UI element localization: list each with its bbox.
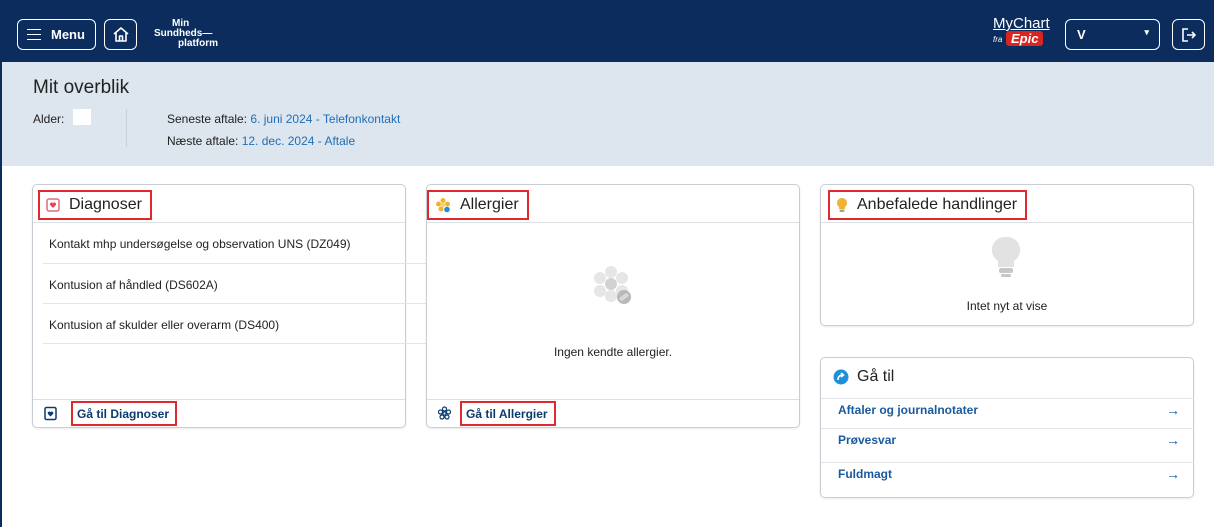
go-to-diagnoses-link[interactable]: Gå til Diagnoser (71, 401, 178, 426)
mychart-logo: MyChart fra Epic (990, 16, 1052, 50)
list-item: Kontusion af håndled (DS602A) (49, 278, 218, 292)
divider (126, 109, 127, 147)
divider (43, 263, 429, 264)
top-navigation-bar: Menu Min Sundheds— platform MyChart fra … (0, 0, 1214, 62)
home-icon (112, 27, 129, 42)
card-footer: Gå til Allergier (427, 399, 799, 427)
diagnoses-card: Diagnoser Kontakt mhp undersøgelse og ob… (32, 184, 429, 428)
arrow-right-icon: → (1166, 432, 1180, 448)
allergies-title-text: Allergier (460, 196, 519, 213)
go-to-link-proxy[interactable]: Fuldmagt → (821, 462, 1194, 485)
user-dropdown[interactable]: V ▾ (1065, 19, 1160, 50)
next-appt-link[interactable]: 12. dec. 2024 - Aftale (242, 134, 355, 148)
diagnoses-title: Diagnoser (38, 190, 152, 220)
go-to-title-text: Gå til (857, 368, 895, 385)
go-to-card: Gå til Aftaler og journalnotater → Prøve… (820, 357, 1194, 498)
go-to-link-appointments[interactable]: Aftaler og journalnotater → (821, 398, 1194, 421)
arrow-right-icon: → (1166, 402, 1180, 418)
flower-icon (436, 198, 450, 213)
next-appointment: Næste aftale: 12. dec. 2024 - Aftale (167, 134, 355, 148)
epic-badge: Epic (1006, 31, 1044, 46)
lightbulb-placeholder-icon (991, 236, 1021, 277)
link-label: Aftaler og journalnotater (838, 403, 979, 417)
lightbulb-icon (837, 198, 847, 212)
go-to-allergies-link[interactable]: Gå til Allergier (460, 401, 556, 426)
diagnoses-title-text: Diagnoser (69, 196, 142, 213)
list-item: Kontusion af skulder eller overarm (DS40… (49, 318, 280, 332)
go-to-title: Gå til (833, 368, 894, 386)
divider (43, 343, 429, 344)
home-button[interactable] (104, 19, 137, 50)
last-appointment: Seneste aftale: 6. juni 2024 - Telefonko… (167, 112, 400, 126)
age-value (73, 109, 91, 125)
arrow-circle-icon (833, 369, 849, 385)
logo-line-3: platform (178, 38, 218, 49)
recommended-actions-card: Anbefalede handlinger Intet nyt at vise (820, 184, 1194, 326)
chevron-down-icon: ▾ (1144, 27, 1149, 37)
empty-state-text: Intet nyt at vise (966, 299, 1048, 313)
go-to-link-test-results[interactable]: Prøvesvar → (821, 428, 1194, 451)
card-header: Allergier (427, 185, 799, 223)
next-appt-label: Næste aftale: (167, 134, 239, 148)
page-title: Mit overblik (33, 77, 130, 98)
menu-button[interactable]: Menu (17, 19, 96, 50)
clipboard-heart-icon (46, 198, 60, 212)
logout-button[interactable] (1172, 19, 1205, 50)
mychart-fra-text: fra (993, 35, 1003, 44)
recommended-title-text: Anbefalede handlinger (857, 196, 1018, 213)
last-appt-link[interactable]: 6. juni 2024 - Telefonkontakt (250, 112, 400, 126)
flower-placeholder-icon (594, 266, 631, 304)
card-header: Diagnoser (33, 185, 405, 223)
arrow-right-icon: → (1166, 466, 1180, 482)
allergies-card: Allergier Ingen kendte allergier. Gå til… (426, 184, 800, 428)
last-appt-label: Seneste aftale: (167, 112, 248, 126)
empty-state-text: Ingen kendte allergier. (553, 345, 673, 359)
overview-header: Mit overblik Alder: Seneste aftale: 6. j… (0, 62, 1214, 166)
list-item: Kontakt mhp undersøgelse og observation … (49, 237, 351, 251)
link-label: Prøvesvar (838, 433, 897, 447)
age-label: Alder: (33, 112, 65, 126)
clipboard-heart-icon (44, 406, 57, 421)
menu-label: Menu (51, 27, 85, 42)
user-initial: V (1077, 27, 1086, 42)
link-label: Fuldmagt (838, 467, 892, 481)
card-header: Anbefalede handlinger (821, 185, 1193, 223)
card-footer: Gå til Diagnoser (33, 399, 405, 427)
divider (43, 303, 429, 304)
flower-icon (437, 406, 452, 420)
recommended-title: Anbefalede handlinger (828, 190, 1028, 220)
platform-logo[interactable]: Min Sundheds— platform (144, 19, 218, 49)
mychart-text: MyChart (993, 15, 1050, 32)
logout-icon (1181, 27, 1196, 42)
hamburger-icon (27, 28, 41, 41)
allergies-title: Allergier (427, 190, 529, 220)
